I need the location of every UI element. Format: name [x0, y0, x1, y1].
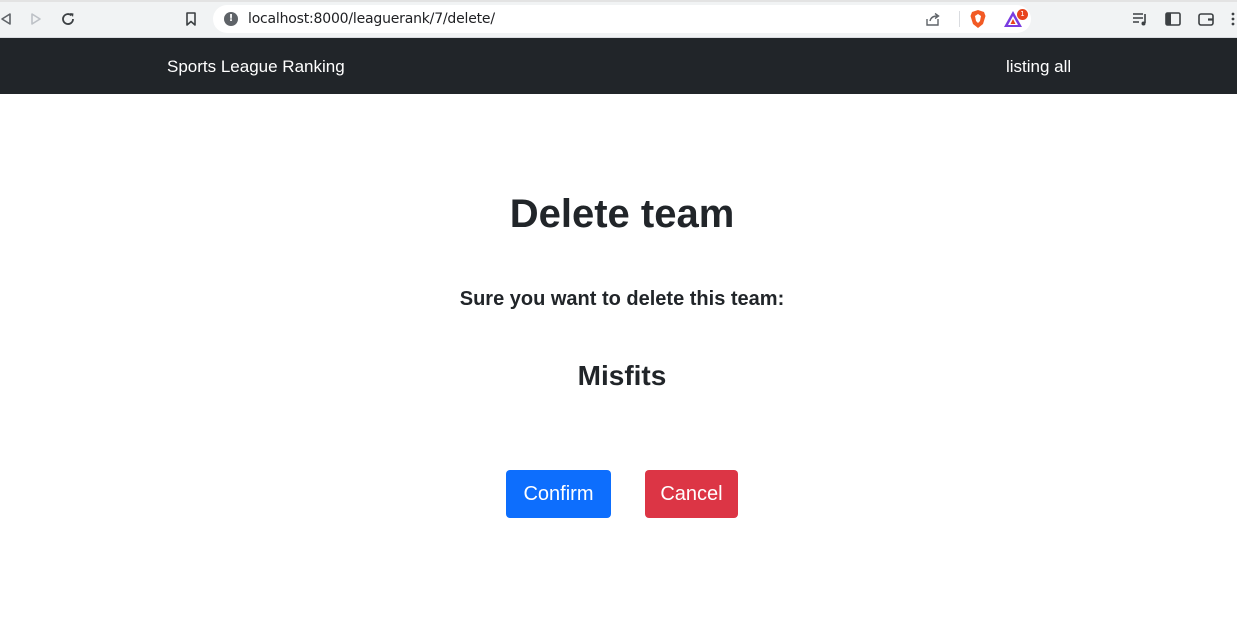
forward-icon[interactable]: [26, 9, 46, 29]
playlist-icon[interactable]: [1131, 10, 1149, 28]
url-text[interactable]: localhost:8000/leaguerank/7/delete/: [248, 11, 495, 27]
reload-icon[interactable]: [58, 9, 78, 29]
listing-all-link[interactable]: listing all: [1006, 57, 1071, 77]
wallet-icon[interactable]: [1197, 10, 1215, 28]
cancel-button[interactable]: Cancel: [645, 470, 738, 518]
menu-icon[interactable]: [1230, 10, 1237, 28]
navbar-brand-link[interactable]: Sports League Ranking: [167, 57, 345, 77]
top-navbar: Sports League Ranking listing all: [0, 38, 1237, 94]
browser-toolbar: ! localhost:8000/leaguerank/7/delete/ 1: [0, 0, 1237, 38]
address-bar-divider: [959, 11, 960, 27]
confirm-button[interactable]: Confirm: [506, 470, 611, 518]
team-name: Misfits: [577, 360, 667, 391]
share-icon[interactable]: [925, 11, 941, 27]
rewards-badge: 1: [1017, 9, 1028, 20]
confirmation-prompt: Sure you want to delete this team:: [459, 288, 785, 310]
page-title: Delete team: [509, 192, 735, 236]
site-info-icon[interactable]: !: [224, 12, 238, 26]
tab-strip-edge: [0, 0, 1237, 2]
brave-shields-icon[interactable]: [969, 9, 987, 29]
bookmark-icon[interactable]: [181, 9, 201, 29]
back-icon[interactable]: [0, 9, 16, 29]
address-bar[interactable]: ! localhost:8000/leaguerank/7/delete/ 1: [213, 5, 1031, 33]
sidebar-icon[interactable]: [1164, 10, 1182, 28]
